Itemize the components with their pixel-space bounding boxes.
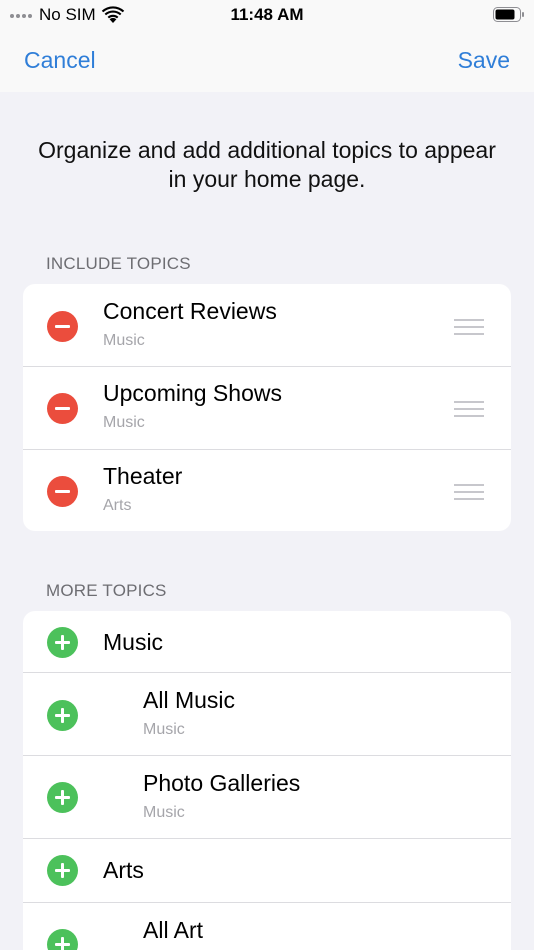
topic-subtitle: Music xyxy=(143,721,185,738)
reorder-handle-icon[interactable] xyxy=(454,319,484,335)
topic-title: All Art xyxy=(143,917,204,943)
topic-title: Arts xyxy=(103,857,144,883)
more-topics-header: MORE TOPICS xyxy=(46,581,167,600)
include-topics-header: INCLUDE TOPICS xyxy=(46,254,191,273)
topic-title: Music xyxy=(103,629,164,655)
save-button[interactable]: Save xyxy=(458,47,510,74)
add-icon[interactable] xyxy=(47,855,78,886)
add-icon[interactable] xyxy=(47,929,78,950)
status-time: 11:48 AM xyxy=(230,5,304,24)
topic-subtitle: Music xyxy=(103,414,145,431)
include-topics-list: Concert Reviews Music Upcoming Shows Mus… xyxy=(23,284,511,531)
remove-icon[interactable] xyxy=(47,393,78,424)
include-topic-row[interactable]: Upcoming Shows Music xyxy=(23,367,511,450)
include-topic-row[interactable]: Concert Reviews Music xyxy=(23,284,511,367)
reorder-handle-icon[interactable] xyxy=(454,401,484,417)
more-topic-row[interactable]: All Art xyxy=(23,903,511,950)
more-topic-row[interactable]: Photo Galleries Music xyxy=(23,756,511,839)
topic-title: Photo Galleries xyxy=(143,770,301,796)
topic-title: Theater xyxy=(103,463,183,489)
more-topic-row[interactable]: Music xyxy=(23,611,511,673)
topic-subtitle: Music xyxy=(143,804,185,821)
more-topic-row[interactable]: All Music Music xyxy=(23,673,511,756)
topic-title: Concert Reviews xyxy=(103,298,277,324)
topic-title: Upcoming Shows xyxy=(103,380,282,406)
topic-subtitle: Arts xyxy=(103,497,132,514)
more-topic-row[interactable]: Arts xyxy=(23,839,511,903)
include-topic-row[interactable]: Theater Arts xyxy=(23,450,511,531)
more-topics-list: Music All Music Music Photo Galleries Mu… xyxy=(23,611,511,950)
battery-icon xyxy=(493,7,524,22)
topic-subtitle: Music xyxy=(103,332,145,349)
add-icon[interactable] xyxy=(47,782,78,813)
remove-icon[interactable] xyxy=(47,311,78,342)
add-icon[interactable] xyxy=(47,700,78,731)
add-icon[interactable] xyxy=(47,627,78,658)
topic-title: All Music xyxy=(143,687,236,713)
top-bar: No SIM 11:48 AM Cancel Save xyxy=(0,0,534,92)
reorder-handle-icon[interactable] xyxy=(454,484,484,500)
status-bar: No SIM 11:48 AM xyxy=(0,0,534,30)
intro-text: Organize and add additional topics to ap… xyxy=(38,137,496,192)
cancel-button[interactable]: Cancel xyxy=(24,47,96,74)
remove-icon[interactable] xyxy=(47,476,78,507)
